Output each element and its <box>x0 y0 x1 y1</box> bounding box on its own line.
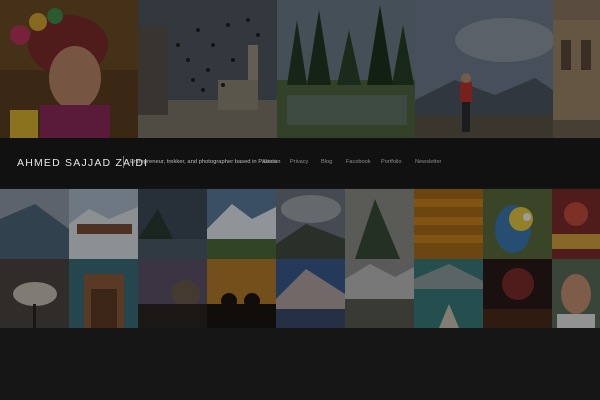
photo-mountain-lake[interactable] <box>138 189 207 259</box>
photo-man-portrait[interactable] <box>552 259 600 328</box>
nav-portfolio-link[interactable]: Portfolio <box>381 159 402 165</box>
title-divider <box>123 156 124 168</box>
photo-fort-ruins[interactable] <box>553 0 600 138</box>
nav-about-link[interactable]: About <box>262 159 277 165</box>
photo-mosque-dusk[interactable] <box>138 259 207 328</box>
nav-blog-link[interactable]: Blog <box>321 159 332 165</box>
photo-fireworks[interactable] <box>483 259 552 328</box>
site-tagline: Entrepreneur, trekker, and photographer … <box>130 159 281 165</box>
photo-cloudy-valley[interactable] <box>276 189 345 259</box>
nav-privacy-link[interactable]: Privacy <box>290 159 308 165</box>
nav-newsletter-link[interactable]: Newsletter <box>415 159 441 165</box>
photo-forest-lake[interactable] <box>277 0 415 138</box>
page-background <box>0 328 600 400</box>
photo-hiker-photographer[interactable] <box>415 0 553 138</box>
site-title[interactable]: AHMED SAJJAD ZAIDI <box>17 157 148 169</box>
photo-snow-peak-valley[interactable] <box>207 189 276 259</box>
photo-domes-silhouette[interactable] <box>207 259 276 328</box>
photo-boat-lake[interactable] <box>414 259 483 328</box>
photo-embroidery[interactable] <box>552 189 600 259</box>
photo-rocky-hill[interactable] <box>345 189 414 259</box>
photo-hillside-snow[interactable] <box>0 189 69 259</box>
photo-dove[interactable] <box>0 259 69 328</box>
photo-parrot[interactable] <box>483 189 552 259</box>
photo-river-canyon[interactable] <box>345 259 414 328</box>
photo-wood-planks[interactable] <box>414 189 483 259</box>
photo-trekkers-snow[interactable] <box>69 189 138 259</box>
photo-portrait-woman[interactable] <box>0 0 138 138</box>
nav-facebook-link[interactable]: Facebook <box>346 159 371 165</box>
photo-mountain-lake-two[interactable] <box>276 259 345 328</box>
photo-tiled-door[interactable] <box>69 259 138 328</box>
photo-birds-mosque[interactable] <box>138 0 277 138</box>
